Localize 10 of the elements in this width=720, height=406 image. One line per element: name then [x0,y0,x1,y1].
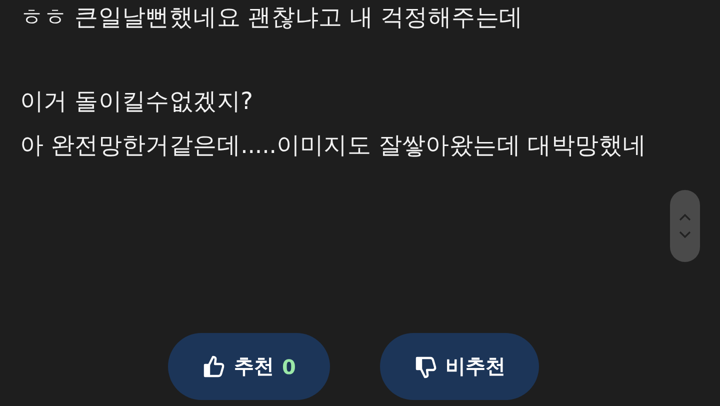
post-text-line: 이거 돌이킬수없겠지? [20,86,254,117]
scroll-buttons[interactable] [670,190,700,262]
post-text-line: 아 완전망한거같은데.....이미지도 잘쌓아왔는데 대박망했네 [20,130,648,161]
post-text-line: ㅎㅎ 큰일날뻔했네요 괜찮냐고 내 걱정해주는데 [20,2,524,33]
thumbs-up-icon [202,354,226,378]
chevron-down-icon[interactable] [679,231,691,239]
chevron-up-icon[interactable] [679,213,691,221]
like-button[interactable]: 추천 0 [168,333,330,400]
thumbs-down-icon [414,354,438,378]
dislike-button[interactable]: 비추천 [380,333,539,400]
